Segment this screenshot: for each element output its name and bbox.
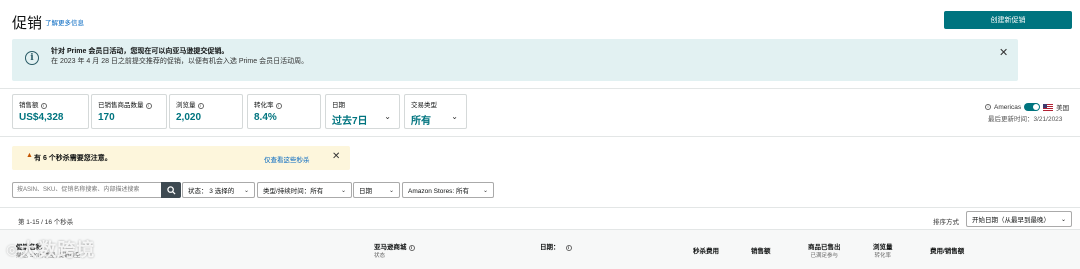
us-flag-icon (1043, 103, 1054, 111)
search-icon (166, 185, 176, 195)
info-icon[interactable]: i (408, 244, 415, 251)
divider (0, 88, 1080, 89)
sort-value: 开始日期（从最早到最晚） (972, 217, 1050, 224)
metric-label: 浏览量 (176, 102, 196, 109)
metric-value: US$4,328 (19, 112, 64, 123)
chevron-down-icon: ⌄ (388, 187, 394, 194)
divider (0, 136, 1080, 137)
column-sublabel: 状态 (374, 253, 386, 259)
search-input[interactable] (12, 182, 162, 198)
date-filter[interactable]: 日期 ⌄ (353, 182, 400, 198)
filter-label: Amazon Stores: 所有 (408, 188, 470, 195)
close-icon[interactable]: ✕ (332, 151, 340, 162)
result-count: 第 1-15 / 16 个秒杀 (18, 219, 74, 226)
info-icon[interactable]: i (40, 102, 47, 109)
select-label: 交易类型 (411, 102, 437, 109)
column-label: 浏览量 (873, 244, 893, 251)
metric-label: 转化率 (254, 102, 274, 109)
attention-alert: ▲ 有 6 个秒杀需要您注意。 仅查看这些秒杀 ✕ (12, 146, 350, 170)
column-label: 亚马逊商城 (374, 244, 407, 251)
chevron-down-icon: ⌄ (340, 187, 346, 194)
learn-more-link[interactable]: 了解更多信息 (45, 17, 84, 27)
close-icon[interactable]: ✕ (999, 46, 1008, 59)
column-fee-sales[interactable]: 费用/销售额 (930, 245, 964, 255)
filter-label: 类型/持续时间：所有 (263, 188, 324, 195)
amazon-stores-filter[interactable]: Amazon Stores: 所有 ⌄ (402, 182, 494, 198)
country-label[interactable]: 美国 (1056, 102, 1069, 112)
type-duration-filter[interactable]: 类型/持续时间：所有 ⌄ (257, 182, 352, 198)
metric-value: 170 (98, 112, 115, 123)
column-marketplace[interactable]: 亚马逊商城 i 状态 (374, 241, 415, 259)
column-sublabel: 转化率 (874, 253, 891, 259)
info-icon[interactable]: i (145, 102, 152, 109)
metric-page-views: 浏览量 i 2,020 (169, 94, 243, 129)
column-page-views[interactable]: 浏览量 转化率 (873, 241, 893, 259)
banner-text: 在 2023 年 4 月 28 日之前提交推荐的促销，以便有机会入选 Prime… (51, 58, 309, 65)
metric-value: 8.4% (254, 112, 277, 123)
watermark-text: 大数跨境 (19, 240, 96, 260)
filter-label: 状态： 3 选择的 (188, 188, 235, 195)
metric-value: 2,020 (176, 112, 202, 123)
info-icon[interactable]: i (275, 102, 282, 109)
sort-label: 排序方式 (933, 219, 959, 226)
metric-conversion-rate: 转化率 i 8.4% (247, 94, 321, 129)
create-promotion-button[interactable]: 创建新促销 (944, 11, 1072, 29)
chevron-down-icon: ⌄ (243, 187, 249, 194)
column-label: 销售额 (751, 248, 771, 255)
select-label: 日期 (332, 102, 345, 109)
page-title: 促销 (12, 15, 43, 32)
region-label: Americas (994, 103, 1022, 111)
metric-units-sold: 已销售商品数量 i 170 (91, 94, 167, 129)
column-label: 日期： (540, 244, 560, 251)
column-sales[interactable]: 销售额 (751, 245, 771, 255)
select-value: 所有 (411, 116, 431, 127)
last-updated: 最后更新时间：3/21/2023 (988, 116, 1063, 123)
info-icon: i (25, 51, 39, 65)
info-icon[interactable]: i (985, 104, 991, 110)
status-filter[interactable]: 状态： 3 选择的 ⌄ (182, 182, 255, 198)
column-label: 费用/销售额 (930, 248, 965, 255)
banner-title: 针对 Prime 会员日活动，您现在可以向亚马逊提交促销。 (51, 48, 229, 55)
view-deals-link[interactable]: 仅查看这些秒杀 (264, 154, 310, 164)
filter-label: 日期 (359, 188, 372, 195)
search-button[interactable] (161, 182, 181, 198)
column-label: 商品已售出 (808, 244, 841, 251)
date-range-select[interactable]: 日期 过去7日 ⌄ (325, 94, 400, 129)
column-label: 秒杀费用 (693, 248, 719, 255)
sort-select[interactable]: 开始日期（从最早到最晚） ⌄ (966, 211, 1072, 227)
select-value: 过去7日 (332, 116, 368, 127)
column-units-sold[interactable]: 商品已售出 已满足参与 (808, 241, 841, 259)
divider (0, 207, 1080, 208)
deal-type-select[interactable]: 交易类型 所有 ⌄ (404, 94, 467, 129)
chevron-down-icon: ⌄ (451, 112, 458, 121)
column-date[interactable]: 日期： i (540, 241, 572, 251)
metric-sales: 销售额 i US$4,328 (12, 94, 89, 129)
chevron-down-icon: ⌄ (1060, 216, 1066, 223)
column-deal-fee[interactable]: 秒杀费用 (693, 245, 719, 255)
chevron-down-icon: ⌄ (482, 187, 488, 194)
metric-label: 销售额 (19, 102, 39, 109)
watermark-icon: ◎ (6, 241, 20, 257)
warning-icon: ▲ (26, 152, 33, 159)
column-sublabel: 已满足参与 (810, 253, 838, 259)
info-icon[interactable]: i (197, 102, 204, 109)
watermark-logo: ◎大数跨境 (6, 236, 95, 262)
table-header: 促销名称 描述, SKU, 类型, 促销类型 亚马逊商城 i 状态 日期： i 秒杀… (0, 229, 1080, 269)
region-toggle[interactable] (1024, 103, 1041, 111)
info-icon[interactable]: i (565, 244, 572, 251)
prime-day-banner: i 针对 Prime 会员日活动，您现在可以向亚马逊提交促销。 在 2023 年… (12, 39, 1018, 81)
chevron-down-icon: ⌄ (384, 112, 391, 121)
alert-text: 有 6 个秒杀需要您注意。 (34, 155, 112, 162)
metric-label: 已销售商品数量 (98, 102, 144, 109)
region-switcher: i Americas 美国 (983, 102, 1069, 112)
